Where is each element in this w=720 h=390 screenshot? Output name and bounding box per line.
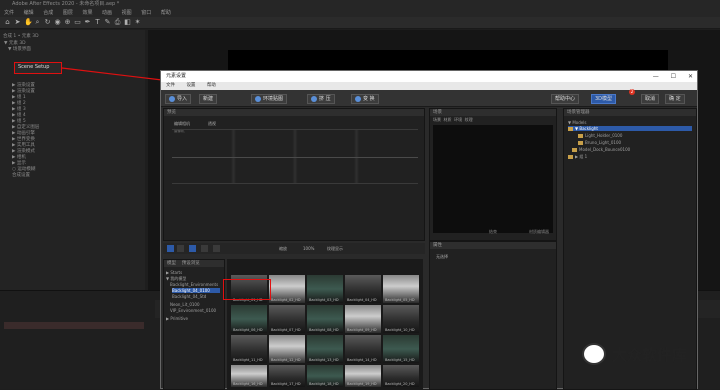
dialog-toolbar: 导入 新建 环境贴图 挤 压 变 换 帮助中心 3D模型 取消 确 定 (161, 90, 697, 107)
rotate-icon[interactable] (201, 245, 208, 252)
tree-item[interactable]: ▼ Models (568, 120, 586, 125)
library-item[interactable]: ▶ Starts (166, 270, 182, 275)
scene-panel-title: 场景 (430, 109, 556, 116)
3d-model-button[interactable]: 3D模型 (591, 94, 617, 104)
camera-icon[interactable] (167, 245, 174, 252)
minimize-icon[interactable]: — (653, 73, 659, 80)
thumbnail[interactable]: Backlight_05_HD (383, 275, 419, 303)
transform-icon (355, 95, 361, 102)
library-item[interactable]: Backlight_04_Std (172, 294, 206, 299)
thumbnail[interactable]: Backlight_04_HD (345, 275, 381, 303)
thumbnail[interactable]: Backlight_16_HD (231, 365, 267, 387)
library-item[interactable]: Backlight_Environments (170, 282, 218, 287)
dialog-menu-help[interactable]: 帮助 (207, 83, 216, 88)
properties-panel-title: 属性 (430, 242, 556, 249)
globe-icon (255, 95, 261, 102)
model-library-panel: 模型 预设浏览 ▶ Starts ▼ 我的模型 Backlight_Enviro… (163, 259, 225, 390)
tab-presets[interactable]: 预设浏览 (182, 261, 200, 266)
thumbnail[interactable]: Backlight_06_HD (231, 305, 267, 333)
thumbnail[interactable]: Backlight_10_HD (383, 305, 419, 333)
thumbnail[interactable]: Backlight_09_HD (345, 305, 381, 333)
thumbnail[interactable]: Backlight_12_HD (269, 335, 305, 363)
library-item-selected[interactable]: Backlight_04_0100 (172, 288, 220, 293)
tree-item[interactable]: Bruno_Light_0100 (578, 140, 621, 145)
tab-material[interactable]: 材质 (444, 117, 452, 122)
properties-panel: 属性 无选择 (429, 241, 557, 390)
import-icon (169, 95, 175, 102)
window-controls: — ☐ ✕ (643, 71, 693, 82)
thumbnail[interactable]: Backlight_14_HD (345, 335, 381, 363)
dialog-menu-settings[interactable]: 设置 (186, 83, 195, 88)
move-icon[interactable] (177, 245, 184, 252)
cancel-button[interactable]: 取消 (641, 94, 660, 104)
zoom-label: 缩放 (279, 246, 287, 251)
scene-status-bar: 结束 材质编辑器 (429, 228, 557, 236)
dialog-title: 元素设置 (161, 71, 697, 82)
env-map-button[interactable]: 环境贴图 (251, 94, 288, 104)
tree-item[interactable]: ▶ 组 1 (568, 154, 587, 160)
watermark: 大众软件库 (612, 346, 688, 364)
create-button[interactable]: 新建 (199, 94, 218, 104)
horizon-line (172, 157, 418, 158)
thumbnail[interactable]: Backlight_07_HD (269, 305, 305, 333)
texture-display-toggle[interactable]: 纹理显示 (327, 246, 343, 252)
library-item[interactable]: ▶ Primitive (166, 316, 188, 321)
library-item[interactable]: Neon_Lit_0100 (170, 302, 200, 307)
scene-manager-title: 场景管理器 (564, 109, 696, 116)
camera-view-select[interactable]: 透视 (208, 121, 216, 127)
transform-button[interactable]: 变 换 (351, 94, 379, 104)
preview-panel-title: 预览 (164, 109, 424, 116)
library-item[interactable]: VIP_Environment_0100 (170, 308, 216, 313)
thumbnail[interactable]: Backlight_17_HD (269, 365, 305, 387)
camera-mode-select[interactable]: 编辑相机 (174, 121, 190, 127)
thumbnail[interactable]: Backlight_15_HD (383, 335, 419, 363)
thumbnail[interactable]: Backlight_20_HD (383, 365, 419, 387)
wechat-logo-icon (582, 343, 606, 365)
add-icon[interactable] (189, 245, 196, 252)
maximize-icon[interactable]: ☐ (671, 73, 676, 80)
preview-panel: 预览 编辑相机 透视 摄像机 (163, 108, 425, 241)
tab-models[interactable]: 模型 (167, 261, 176, 266)
view-toolbar: 缩放 100% 纹理显示 (163, 243, 425, 254)
extrude-button[interactable]: 挤 压 (307, 94, 335, 104)
thumbnail[interactable]: Backlight_19_HD (345, 365, 381, 387)
status-end: 结束 (489, 229, 497, 234)
import-button[interactable]: 导入 (165, 94, 192, 104)
extrude-icon (311, 95, 317, 102)
scene-tabs: 场景 材质 环境 纹理 (433, 117, 473, 123)
tree-item-selected[interactable]: ▼ Backlight (568, 126, 692, 131)
close-icon[interactable]: ✕ (688, 73, 693, 80)
tree-item[interactable]: Light_Holder_0100 (578, 133, 622, 138)
library-tabs: 模型 预设浏览 (164, 260, 224, 267)
scale-icon[interactable] (213, 245, 220, 252)
zoom-value[interactable]: 100% (303, 246, 314, 251)
dialog-menu: 文件 设置 帮助 (161, 82, 697, 90)
notification-badge: 2 (629, 89, 635, 95)
scene-preview[interactable] (433, 125, 553, 233)
thumbnail[interactable]: Backlight_03_HD (307, 275, 343, 303)
help-center-button[interactable]: 帮助中心 (551, 94, 580, 104)
thumbnail[interactable]: Backlight_02_HD (269, 275, 305, 303)
scene-panel: 场景 场景 材质 环境 纹理 (429, 108, 557, 241)
tab-texture[interactable]: 纹理 (465, 117, 473, 122)
ok-button[interactable]: 确 定 (665, 94, 685, 104)
thumbnail[interactable]: Backlight_08_HD (307, 305, 343, 333)
thumbnail[interactable]: Backlight_18_HD (307, 365, 343, 387)
thumbnail[interactable]: Backlight_11_HD (231, 335, 267, 363)
highlight-box (223, 279, 271, 300)
dialog-menu-file[interactable]: 文件 (166, 83, 175, 88)
tree-item[interactable]: Model_Dock_Bounce0100 (572, 147, 630, 152)
thumbnail[interactable]: Backlight_13_HD (307, 335, 343, 363)
no-selection-label: 无选择 (436, 254, 448, 259)
tab-environment[interactable]: 环境 (454, 117, 462, 122)
status-material-editor[interactable]: 材质编辑器 (529, 228, 549, 236)
tab-scene[interactable]: 场景 (433, 117, 441, 122)
